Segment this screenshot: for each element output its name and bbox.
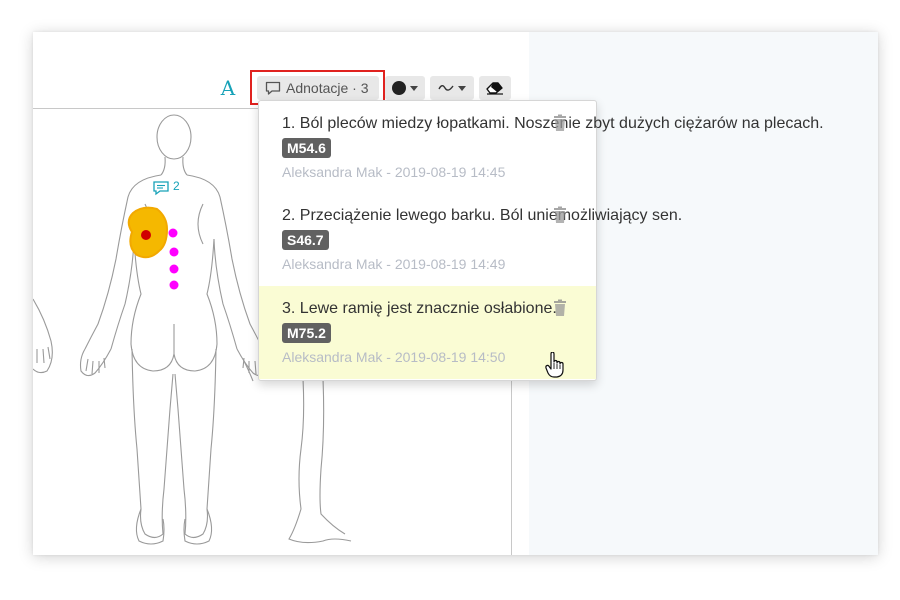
annotation-author-date: Aleksandra Mak - 2019-08-19 14:49	[282, 256, 506, 272]
annotations-button-label: Adnotacje · 3	[286, 80, 369, 96]
annotation-item-1[interactable]: 1. Ból pleców miedzy łopatkami. Noszenie…	[259, 101, 824, 193]
color-picker-button[interactable]	[385, 76, 425, 100]
stroke-style-button[interactable]	[430, 76, 474, 100]
annotation-item-2[interactable]: 2. Przeciążenie lewego barku. Ból uniemo…	[259, 193, 682, 285]
annotation-text: 3. Lewe ramię jest znacznie osłabione.	[282, 300, 557, 317]
annotations-button[interactable]: Adnotacje · 3	[257, 76, 379, 100]
wave-icon	[438, 85, 454, 91]
comment-icon	[265, 81, 281, 95]
hand-cursor-icon	[545, 352, 564, 378]
trash-icon[interactable]	[553, 114, 567, 132]
trash-icon[interactable]	[553, 299, 567, 317]
marker-count: 2	[173, 179, 180, 193]
comment-marker-icon[interactable]	[152, 180, 170, 196]
annotations-dropdown: 1. Ból pleców miedzy łopatkami. Noszenie…	[258, 100, 824, 381]
annotation-text: 2. Przeciążenie lewego barku. Ból uniemo…	[282, 207, 683, 224]
eraser-icon	[486, 82, 503, 95]
chevron-down-icon	[410, 85, 418, 91]
annotation-code-badge: M75.2	[282, 323, 331, 343]
trash-icon[interactable]	[553, 206, 567, 224]
chevron-down-icon	[458, 85, 466, 91]
eraser-button[interactable]	[479, 76, 511, 100]
text-tool-button[interactable]: A	[218, 75, 238, 101]
annotation-author-date: Aleksandra Mak - 2019-08-19 14:50	[282, 349, 506, 365]
annotation-code-badge: S46.7	[282, 230, 329, 250]
annotation-code-badge: M54.6	[282, 138, 331, 158]
color-swatch-icon	[392, 81, 406, 95]
editor-card: 2 A Adnotacje · 3 1. Ból pleców miedzy ł…	[33, 32, 878, 555]
annotation-author-date: Aleksandra Mak - 2019-08-19 14:45	[282, 164, 506, 180]
